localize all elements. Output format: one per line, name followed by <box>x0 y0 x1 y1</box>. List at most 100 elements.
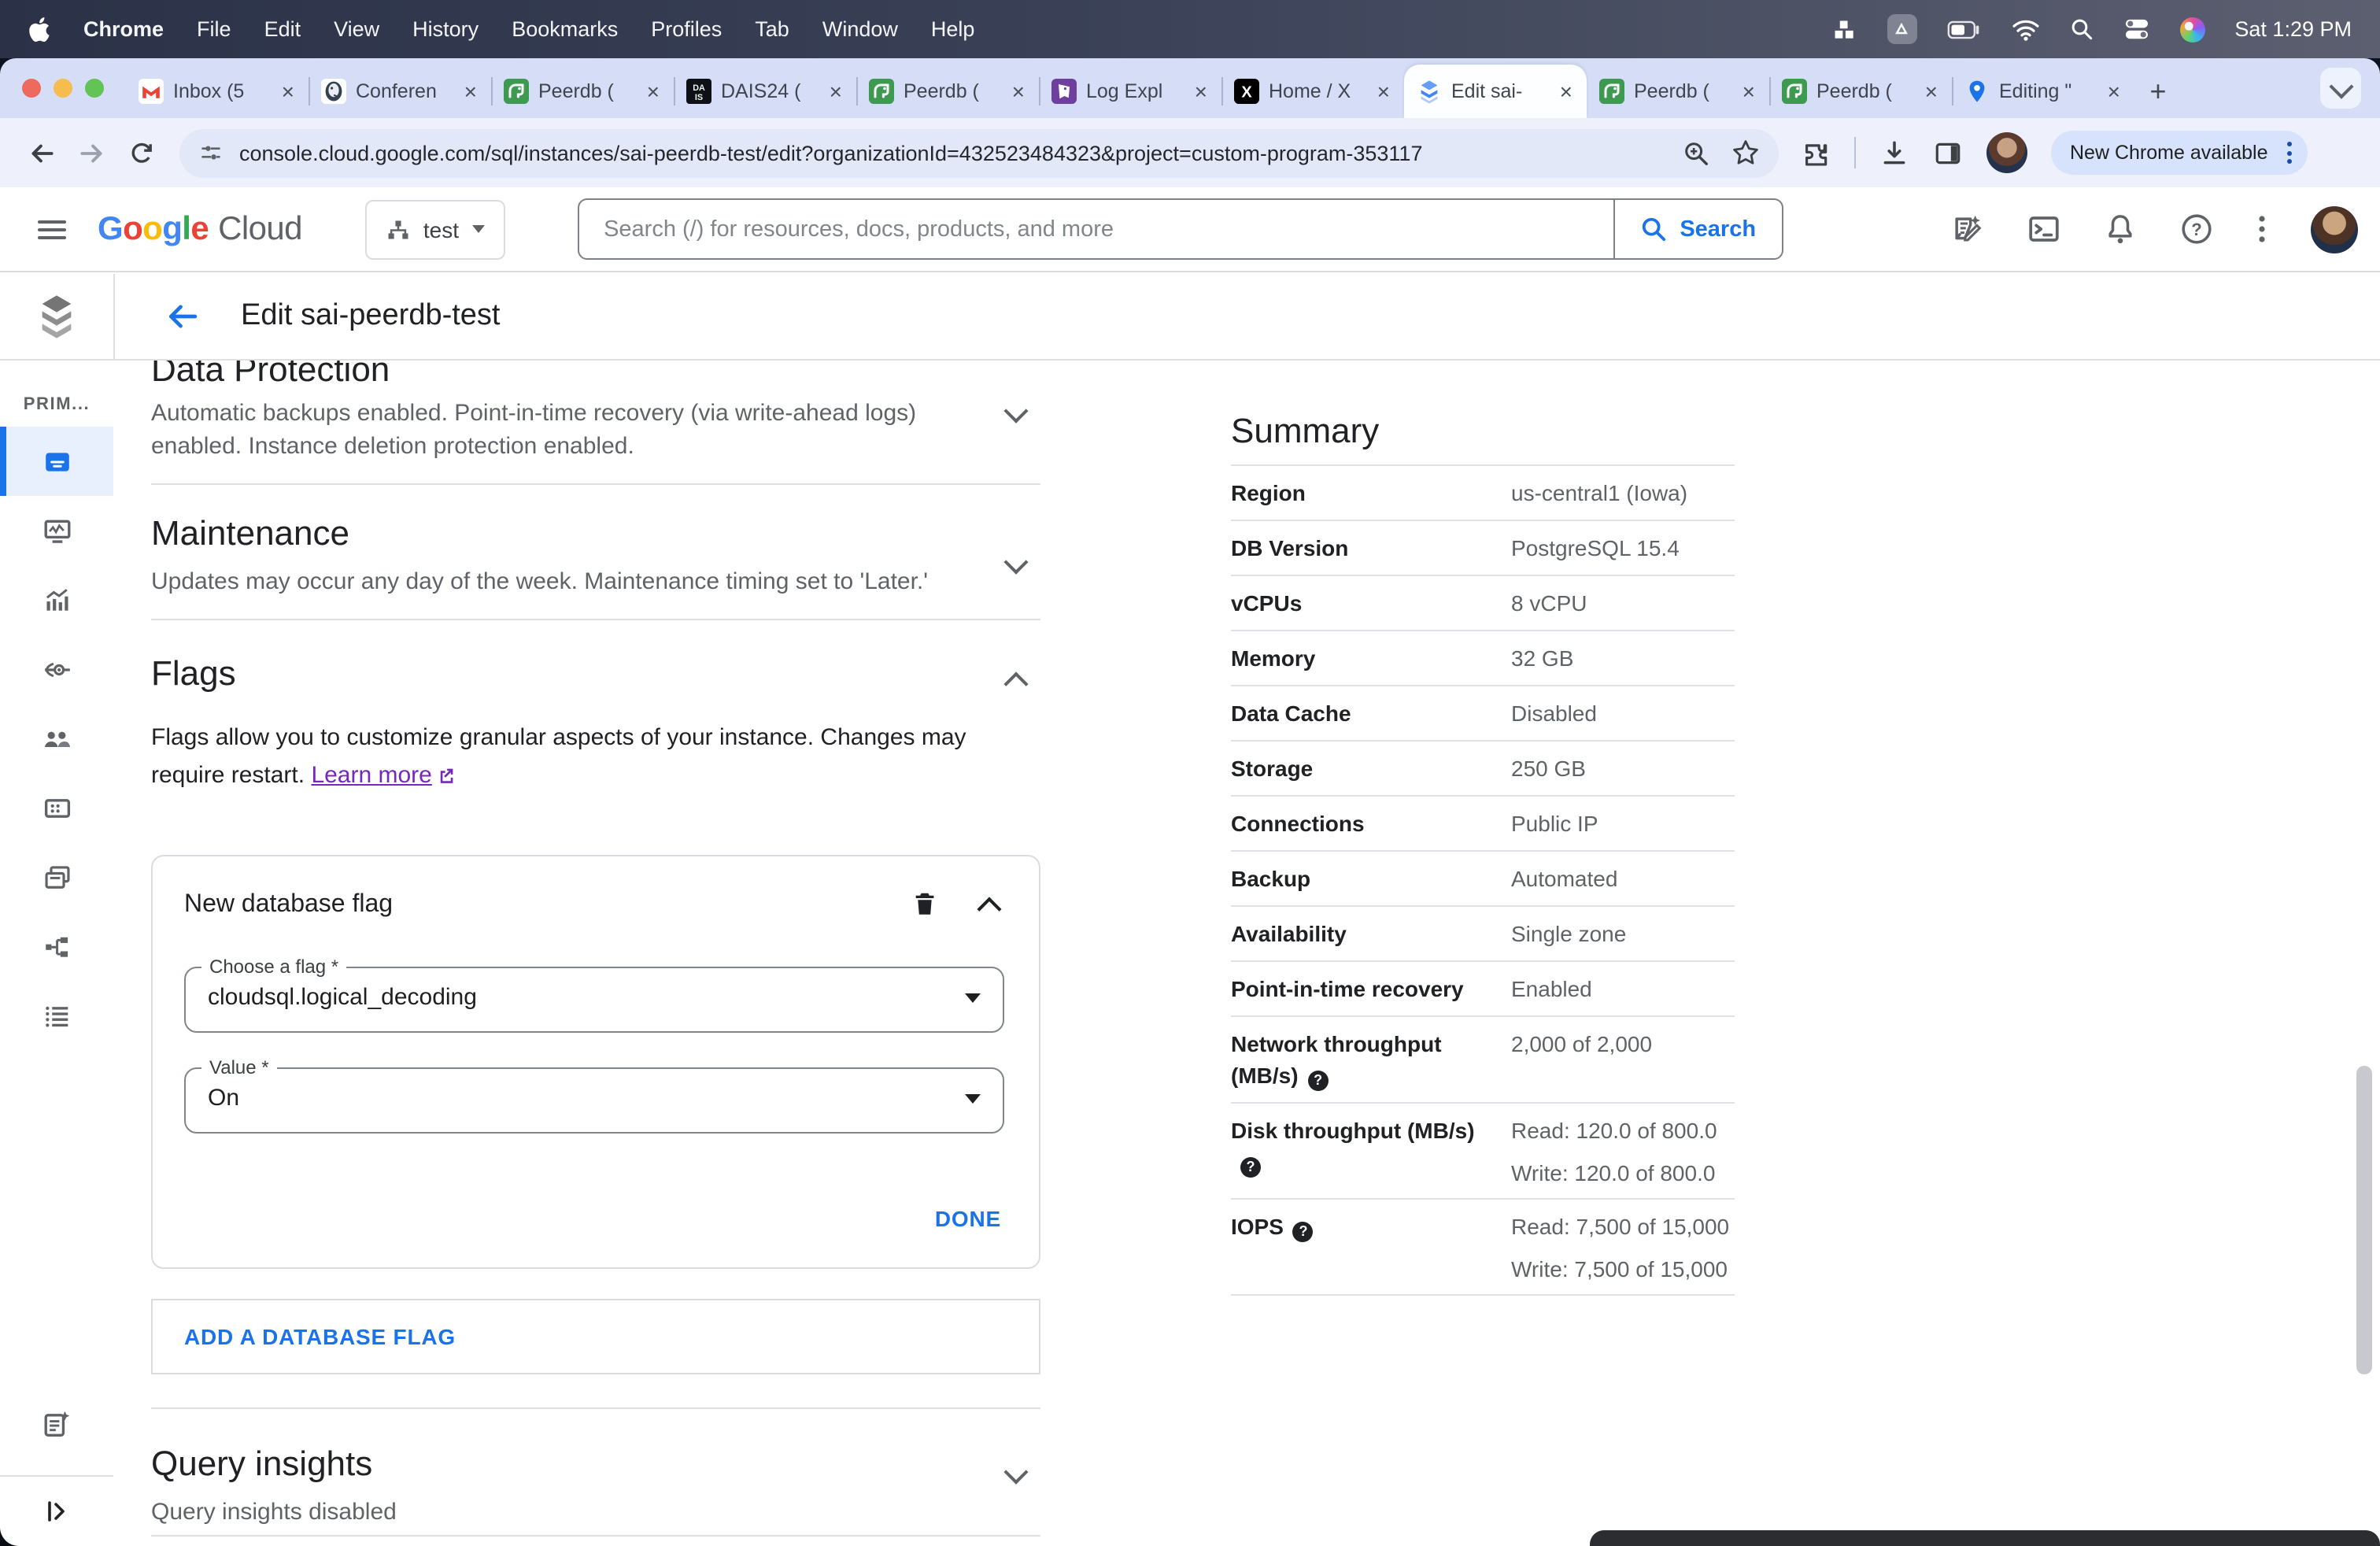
browser-menu-icon[interactable] <box>2278 142 2301 164</box>
done-button[interactable]: DONE <box>935 1206 1001 1231</box>
wifi-icon[interactable] <box>2011 18 2039 40</box>
apple-logo-icon[interactable] <box>28 17 50 42</box>
tab-close-icon[interactable]: × <box>2106 79 2122 104</box>
download-icon[interactable] <box>1879 138 1909 168</box>
url-text[interactable]: console.cloud.google.com/sql/instances/s… <box>239 141 1667 165</box>
collapse-flags-icon[interactable] <box>1003 671 1029 701</box>
sidebar-item-query-insights[interactable] <box>0 565 113 634</box>
maximize-window-button[interactable] <box>85 79 104 98</box>
dais-favicon: DA IS <box>686 79 711 104</box>
menubar-item-tab[interactable]: Tab <box>755 17 789 41</box>
flag-value-select[interactable]: Value * On <box>184 1056 1004 1134</box>
menubar-item-profiles[interactable]: Profiles <box>651 17 722 41</box>
menubar-item-history[interactable]: History <box>412 17 479 41</box>
help-icon[interactable]: ? <box>2180 213 2213 246</box>
console-search-bar[interactable]: Search (/) for resources, docs, products… <box>577 198 1783 260</box>
tab-close-icon[interactable]: × <box>1741 79 1757 104</box>
google-cloud-logo[interactable]: Google Cloud <box>98 210 303 248</box>
page-scrollbar[interactable] <box>2356 1066 2372 1374</box>
cloud-shell-icon[interactable] <box>2027 213 2060 246</box>
expand-data-protection-icon[interactable] <box>1003 398 1029 430</box>
delete-flag-icon[interactable] <box>911 890 938 918</box>
tab-close-icon[interactable]: × <box>645 79 661 104</box>
chrome-update-chip[interactable]: New Chrome available <box>2051 131 2308 175</box>
browser-tab-active[interactable]: Edit sai- × <box>1404 65 1587 118</box>
sidebar-item-users[interactable] <box>0 704 113 773</box>
tab-close-icon[interactable]: × <box>1193 79 1209 104</box>
help-icon[interactable]: ? <box>1307 1070 1329 1090</box>
minimize-window-button[interactable] <box>54 79 72 98</box>
blocks-app-icon[interactable] <box>1831 17 1857 42</box>
sidebar-item-system-insights[interactable] <box>0 496 113 565</box>
tab-close-icon[interactable]: × <box>463 79 479 104</box>
menubar-item-file[interactable]: File <box>197 17 231 41</box>
back-arrow-button[interactable] <box>165 299 200 334</box>
sidebar-item-operations[interactable] <box>0 981 113 1050</box>
browser-tab[interactable]: Log Expl × <box>1039 65 1221 118</box>
help-icon[interactable]: ? <box>1240 1156 1261 1177</box>
menubar-clock[interactable]: Sat 1:29 PM <box>2234 17 2352 41</box>
navigation-menu-icon[interactable] <box>38 220 66 239</box>
siri-icon[interactable] <box>2179 17 2205 42</box>
menubar-item-view[interactable]: View <box>334 17 379 41</box>
browser-tab[interactable]: Peerdb (× <box>856 65 1039 118</box>
account-avatar[interactable] <box>2311 205 2358 253</box>
release-notes-icon[interactable] <box>1950 213 1983 246</box>
tab-search-button[interactable] <box>2320 68 2361 109</box>
menubar-item-help[interactable]: Help <box>931 17 975 41</box>
tab-close-icon[interactable]: × <box>1924 79 1939 104</box>
expand-maintenance-icon[interactable] <box>1003 549 1029 581</box>
browser-tab[interactable]: Editing " × <box>1952 65 2134 118</box>
search-button[interactable]: Search <box>1613 200 1781 258</box>
sidebar-item-connections[interactable] <box>0 634 113 704</box>
tab-close-icon[interactable]: × <box>828 79 844 104</box>
menubar-item-edit[interactable]: Edit <box>264 17 301 41</box>
browser-tab[interactable]: Peerdb (× <box>1587 65 1769 118</box>
bookmark-star-icon[interactable] <box>1731 139 1760 167</box>
help-icon[interactable]: ? <box>1292 1221 1314 1241</box>
new-tab-button[interactable]: + <box>2134 65 2182 118</box>
browser-tab[interactable]: DA IS DAIS24 (× <box>674 65 856 118</box>
learn-more-link[interactable]: Learn more <box>311 762 431 789</box>
browser-profile-avatar[interactable] <box>1986 132 2027 173</box>
menubar-item-chrome[interactable]: Chrome <box>83 17 164 41</box>
peerdb-favicon <box>1599 79 1624 104</box>
site-settings-icon[interactable] <box>198 140 224 165</box>
control-center-icon[interactable] <box>2123 17 2149 41</box>
project-picker[interactable]: test <box>364 199 505 259</box>
menubar-item-window[interactable]: Window <box>822 17 898 41</box>
tab-close-icon[interactable]: × <box>1376 79 1391 104</box>
zoom-icon[interactable] <box>1683 139 1709 166</box>
sidebar-item-databases[interactable] <box>0 773 113 842</box>
notifications-bell-icon[interactable] <box>2105 213 2136 246</box>
url-bar[interactable]: console.cloud.google.com/sql/instances/s… <box>179 128 1779 177</box>
choose-flag-select[interactable]: Choose a flag * cloudsql.logical_decodin… <box>184 956 1004 1033</box>
browser-tab[interactable]: Peerdb (× <box>491 65 674 118</box>
browser-tab[interactable]: Peerdb (× <box>1769 65 1952 118</box>
browser-tab[interactable]: Inbox (5 × <box>126 65 309 118</box>
menubar-app-icon[interactable] <box>1887 14 1917 44</box>
reload-button[interactable] <box>116 128 167 178</box>
back-button[interactable] <box>16 128 66 178</box>
more-options-icon[interactable] <box>2257 213 2267 246</box>
macos-menubar: Chrome File Edit View History Bookmarks … <box>0 0 2380 58</box>
close-window-button[interactable] <box>22 79 41 98</box>
expand-query-insights-icon[interactable] <box>1003 1459 1029 1491</box>
tab-close-icon[interactable]: × <box>1558 79 1574 104</box>
spotlight-search-icon[interactable] <box>2069 17 2093 41</box>
sidebar-item-replicas[interactable] <box>0 912 113 981</box>
browser-tab[interactable]: X Home / X × <box>1221 65 1404 118</box>
tab-close-icon[interactable]: × <box>280 79 296 104</box>
forward-button[interactable] <box>66 128 116 178</box>
collapse-flag-card-icon[interactable] <box>977 897 1002 926</box>
sidebar-item-overview[interactable] <box>0 427 113 496</box>
extensions-icon[interactable] <box>1801 138 1831 168</box>
browser-tab[interactable]: Conferen × <box>309 65 491 118</box>
battery-icon[interactable] <box>1946 18 1981 40</box>
tab-close-icon[interactable]: × <box>1011 79 1026 104</box>
menubar-item-bookmarks[interactable]: Bookmarks <box>512 17 618 41</box>
sidebar-item-release-notes[interactable] <box>0 1390 113 1459</box>
side-panel-icon[interactable] <box>1933 138 1963 168</box>
sidebar-item-backups[interactable] <box>0 842 113 912</box>
add-database-flag-button[interactable]: ADD A DATABASE FLAG <box>151 1299 1040 1374</box>
